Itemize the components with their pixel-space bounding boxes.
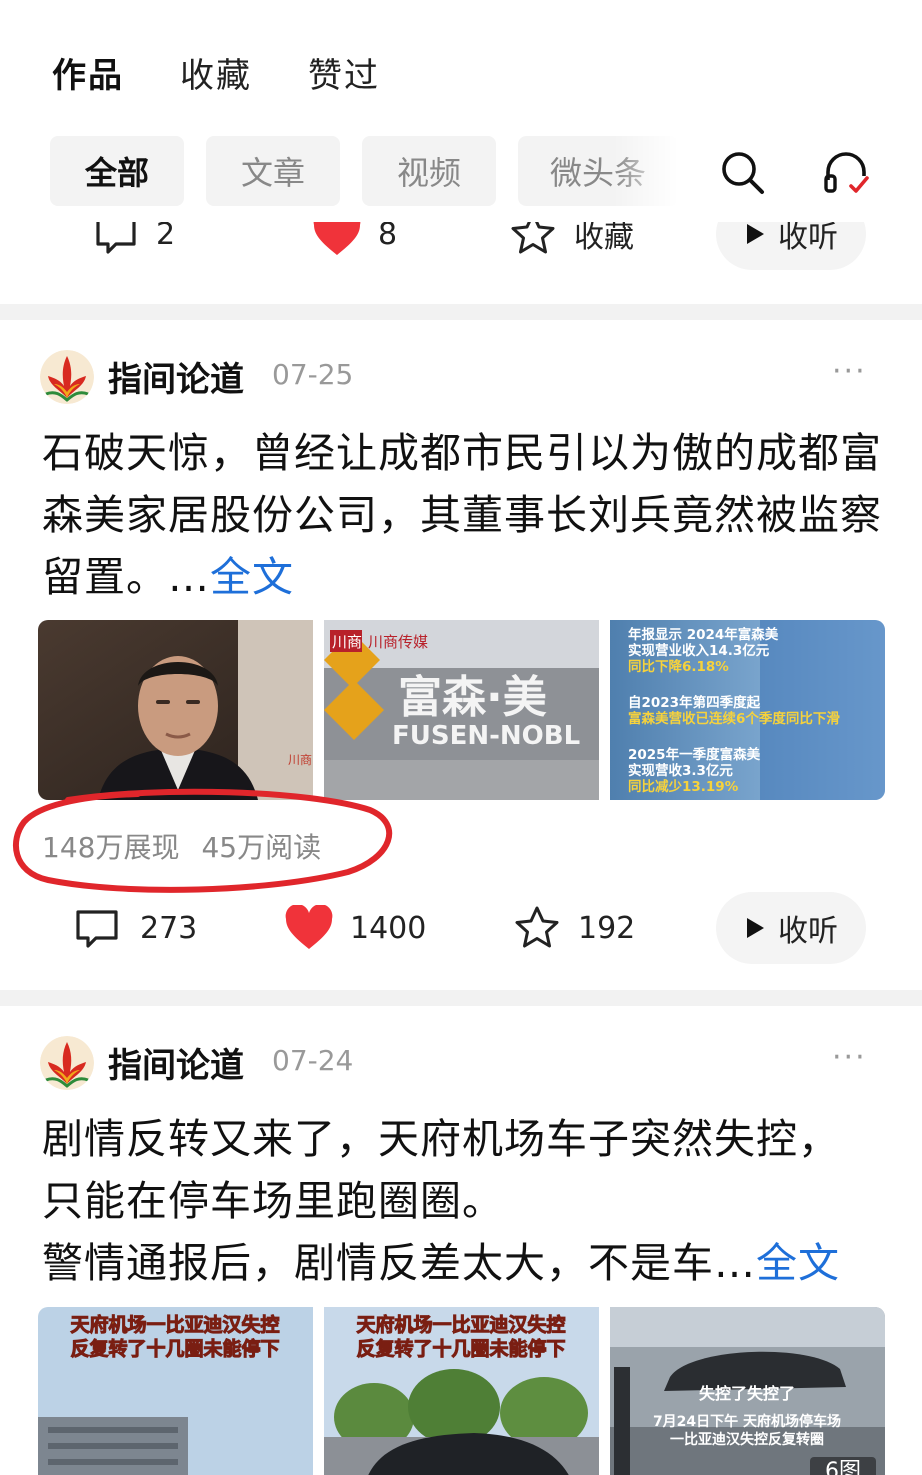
- image-caption-line: 失控了失控了: [699, 1384, 795, 1403]
- post-body-line: 只能在停车场里跑圈圈。: [42, 1177, 504, 1225]
- headphones-icon[interactable]: [820, 146, 872, 198]
- tab-liked[interactable]: 赞过: [308, 48, 380, 97]
- author-row: 指间论道 07-25 ···: [0, 350, 922, 404]
- post-image[interactable]: 川商 川商传媒 富森·美 FUSEN-NOBL: [324, 620, 599, 800]
- media-logo: 川商: [332, 633, 362, 651]
- image-count-badge: 6图: [825, 1459, 861, 1475]
- image-grid: 天府机场一比亚迪汉失控 反复转了十几圈未能停下 天府机场一比亚迪汉失控 反复转了…: [38, 1307, 885, 1475]
- search-icon[interactable]: [718, 148, 766, 196]
- previous-like-button[interactable]: 8: [312, 222, 397, 270]
- image-caption-line: 同比下降6.18%: [628, 658, 729, 675]
- play-icon: [747, 224, 764, 244]
- post-body: 石破天惊，曾经让成都市民引以为傲的成都富森美家居股份公司，其董事长刘兵竟然被监察…: [42, 429, 882, 601]
- feed-post[interactable]: 指间论道 07-24 ··· 剧情反转又来了，天府机场车子突然失控， 只能在停车…: [0, 1036, 922, 1475]
- building-sign-en: FUSEN-NOBL: [392, 721, 580, 751]
- previous-like-count: 8: [378, 222, 398, 252]
- media-brand: 川商传媒: [368, 633, 428, 651]
- comment-button[interactable]: 273: [74, 892, 197, 964]
- author-name[interactable]: 指间论道: [108, 1038, 244, 1087]
- fulltext-link[interactable]: 全文: [210, 553, 294, 601]
- post-image[interactable]: 年报显示 2024年富森美 实现营业收入14.3亿元 同比下降6.18% 自20…: [610, 620, 885, 800]
- avatar[interactable]: [40, 1036, 94, 1090]
- favorite-button[interactable]: 192: [514, 892, 635, 964]
- previous-favorite-label: 收藏: [574, 222, 634, 255]
- listen-button[interactable]: 收听: [716, 892, 866, 964]
- image-caption-line: 2025年一季度富森美: [628, 746, 761, 763]
- fulltext-link[interactable]: 全文: [756, 1239, 840, 1287]
- like-count: 1400: [350, 910, 427, 946]
- feed-post[interactable]: 指间论道 07-25 ··· 石破天惊，曾经让成都市民引以为傲的成都富森美家居股…: [0, 350, 922, 964]
- feed-divider: [0, 304, 922, 320]
- heart-icon: [313, 222, 361, 255]
- heart-icon: [285, 905, 333, 949]
- author-row: 指间论道 07-24 ···: [0, 1036, 922, 1090]
- author-name[interactable]: 指间论道: [108, 352, 244, 401]
- image-caption-line: 实现营业收入14.3亿元: [628, 642, 770, 659]
- feed-divider: [0, 990, 922, 1006]
- image-caption-line: 反复转了十几圈未能停下: [70, 1337, 279, 1360]
- comment-icon: [96, 222, 136, 254]
- play-icon: [747, 918, 764, 938]
- post-image[interactable]: 失控了失控了 7月24日下午 天府机场停车场 一比亚迪汉失控反复转圈 6图: [610, 1307, 885, 1475]
- post-body-line: 警情通报后，剧情反差太大，不是车…: [42, 1239, 756, 1287]
- comment-icon: [76, 910, 118, 948]
- image-caption-line: 富森美营收已连续6个季度同比下滑: [628, 710, 840, 727]
- image-caption-line: 一比亚迪汉失控反复转圈: [670, 1431, 824, 1448]
- post-text[interactable]: 石破天惊，曾经让成都市民引以为傲的成都富森美家居股份公司，其董事长刘兵竟然被监察…: [42, 422, 882, 608]
- image-caption-line: 实现营收3.3亿元: [628, 762, 733, 779]
- post-date: 07-25: [272, 358, 354, 391]
- previous-listen-label: 收听: [778, 222, 838, 255]
- image-caption-line: 反复转了十几圈未能停下: [356, 1337, 565, 1360]
- image-watermark: 川商: [288, 752, 312, 767]
- image-caption-line: 天府机场一比亚迪汉失控: [70, 1313, 279, 1336]
- post-text[interactable]: 剧情反转又来了，天府机场车子突然失控， 只能在停车场里跑圈圈。 警情通报后，剧情…: [42, 1108, 882, 1294]
- image-caption-line: 自2023年第四季度起: [628, 694, 761, 711]
- previous-post-actions: 2 8 收藏 收听: [0, 222, 922, 270]
- avatar[interactable]: [40, 350, 94, 404]
- image-caption-line: 年报显示 2024年富森美: [628, 626, 779, 643]
- filter-chips: 全部 文章 视频 微头条: [50, 136, 678, 206]
- comment-count: 273: [140, 910, 198, 946]
- more-dots-icon[interactable]: ···: [832, 354, 867, 389]
- like-button[interactable]: 1400: [284, 892, 426, 964]
- star-icon: [511, 222, 555, 254]
- image-caption-line: 天府机场一比亚迪汉失控: [356, 1313, 565, 1336]
- image-caption-line: 7月24日下午 天府机场停车场: [653, 1413, 841, 1430]
- previous-comment-count: 2: [156, 222, 176, 252]
- tab-works[interactable]: 作品: [52, 48, 124, 97]
- previous-listen-button[interactable]: 收听: [716, 222, 866, 270]
- previous-comment-button[interactable]: 2: [94, 222, 175, 270]
- post-image[interactable]: 川商: [38, 620, 313, 800]
- post-image[interactable]: 天府机场一比亚迪汉失控 反复转了十几圈未能停下: [324, 1307, 599, 1475]
- listen-label: 收听: [778, 914, 838, 949]
- chip-micro-posts[interactable]: 微头条: [518, 136, 678, 206]
- top-tabs: 作品 收藏 赞过: [52, 48, 380, 97]
- red-circle-annotation: [13, 788, 393, 893]
- chip-all[interactable]: 全部: [50, 136, 184, 206]
- post-actions: 273 1400 192 收听: [0, 892, 922, 964]
- favorite-count: 192: [578, 910, 636, 946]
- chip-articles[interactable]: 文章: [206, 136, 340, 206]
- tab-favorites[interactable]: 收藏: [180, 48, 252, 97]
- building-sign-cn: 富森·美: [398, 672, 547, 723]
- post-body-line: 剧情反转又来了，天府机场车子突然失控，: [42, 1115, 840, 1163]
- previous-favorite-button[interactable]: 收藏: [510, 222, 634, 270]
- post-image[interactable]: 天府机场一比亚迪汉失控 反复转了十几圈未能停下: [38, 1307, 313, 1475]
- more-dots-icon[interactable]: ···: [832, 1040, 867, 1075]
- image-grid: 川商 川商 川商传媒 富森·美 FUSEN-NOBL 年报显示 2024年富森美…: [38, 620, 885, 800]
- star-icon: [515, 906, 559, 948]
- image-caption-line: 同比减少13.19%: [628, 778, 739, 795]
- chip-videos[interactable]: 视频: [362, 136, 496, 206]
- post-date: 07-24: [272, 1044, 354, 1077]
